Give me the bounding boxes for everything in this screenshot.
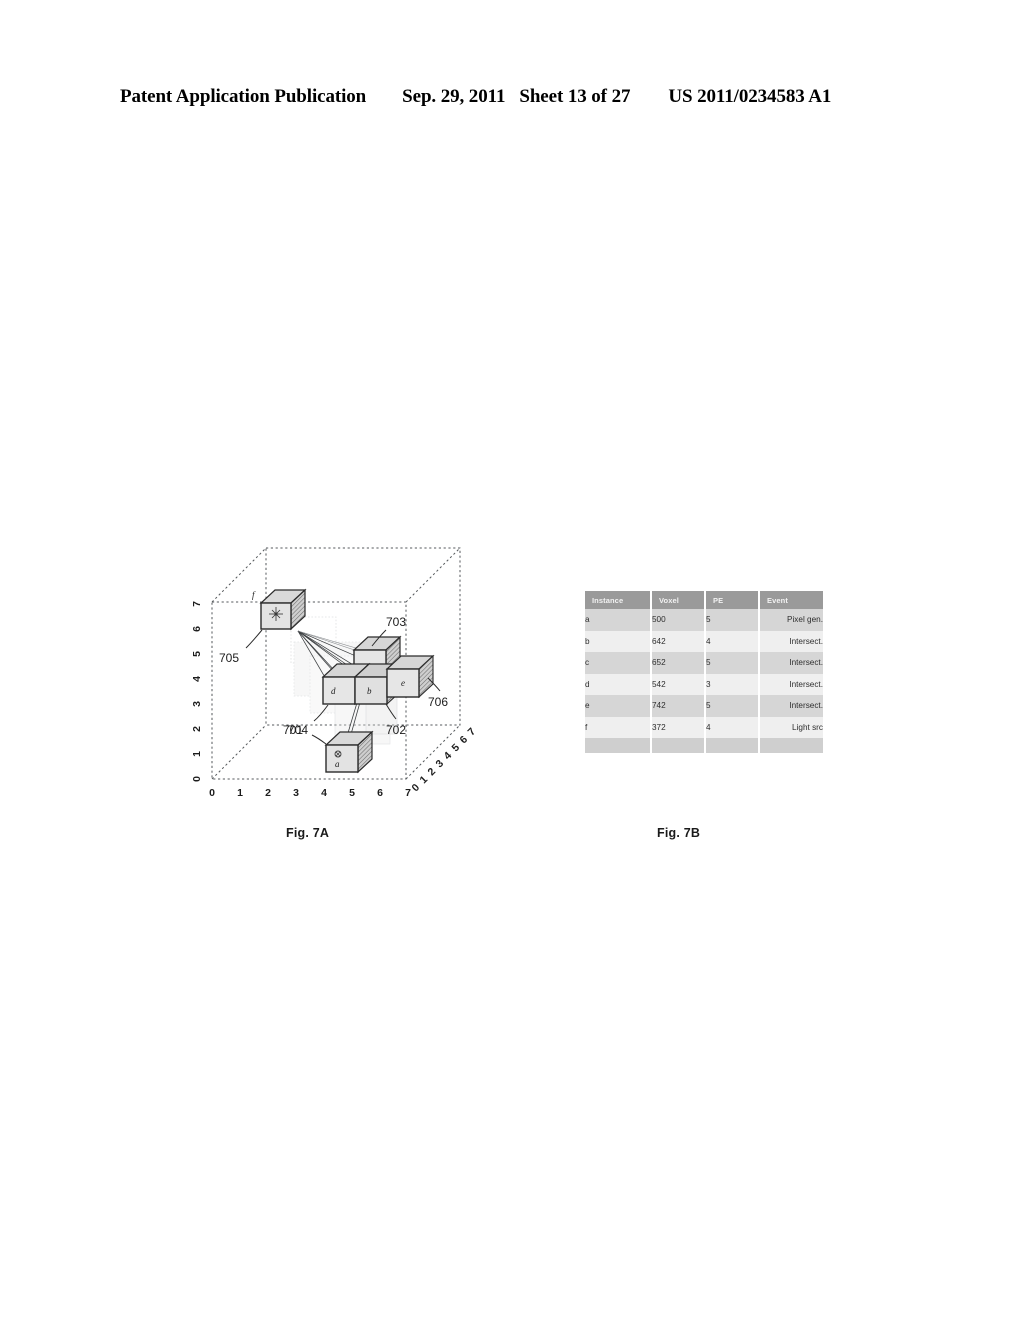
cell-event: Intersect.	[759, 673, 823, 695]
reference-numeral-701: 701	[283, 723, 303, 737]
axis-y-tick-2: 2	[191, 726, 203, 732]
reference-numeral-702: 702	[386, 723, 406, 737]
table-row: d 542 3 Intersect.	[585, 673, 823, 695]
table-row: c 652 5 Intersect.	[585, 652, 823, 674]
table-row-empty	[585, 738, 823, 753]
axis-x-tick-7: 7	[405, 787, 411, 799]
axis-x-tick-5: 5	[349, 787, 355, 799]
axis-x-tick-4: 4	[321, 787, 327, 799]
column-header-event: Event	[759, 591, 823, 609]
table-row: a 500 5 Pixel gen.	[585, 609, 823, 631]
cube-label-f: f	[252, 590, 256, 600]
reference-numeral-705: 705	[219, 651, 239, 665]
page-header: Patent Application Publication Sep. 29, …	[120, 86, 910, 108]
table-body: a 500 5 Pixel gen. b 642 4 Intersect. c …	[585, 609, 823, 753]
cube-label-e: e	[401, 678, 405, 688]
cell-instance: e	[585, 695, 652, 717]
cell-event: Light src	[759, 716, 823, 738]
cell-voxel: 500	[651, 609, 706, 631]
axis-x-tick-0: 0	[209, 787, 215, 799]
cell-pe: 5	[705, 695, 760, 717]
axis-y-tick-0: 0	[191, 776, 203, 782]
cell-instance: a	[585, 609, 652, 631]
voxel-cube-e	[385, 654, 435, 699]
reference-numeral-706: 706	[428, 695, 448, 709]
cell-empty	[705, 738, 760, 753]
axis-z-tick-3: 3	[434, 757, 447, 770]
header-date: Sep. 29, 2011	[402, 86, 506, 107]
cell-instance: d	[585, 673, 652, 695]
axis-x-tick-3: 3	[293, 787, 299, 799]
voxel-cube-f	[259, 588, 307, 631]
axis-x-tick-6: 6	[377, 787, 383, 799]
cell-voxel: 652	[651, 652, 706, 674]
axis-x-ticks: 0 1 2 3 4 5 6 7	[209, 787, 411, 799]
axis-y-tick-5: 5	[191, 651, 203, 657]
cell-instance: c	[585, 652, 652, 674]
axis-y-tick-4: 4	[191, 676, 203, 682]
cell-empty	[651, 738, 706, 753]
cell-event: Intersect.	[759, 630, 823, 652]
column-header-pe: PE	[705, 591, 760, 609]
axis-y-tick-1: 1	[191, 751, 203, 757]
cell-empty	[759, 738, 823, 753]
cube-label-d: d	[331, 686, 336, 696]
axis-y-tick-6: 6	[191, 626, 203, 632]
axis-z-tick-2: 2	[426, 765, 439, 778]
cell-event: Intersect.	[759, 652, 823, 674]
cell-voxel: 372	[651, 716, 706, 738]
axis-z-tick-7: 7	[466, 725, 479, 738]
axis-z-tick-6: 6	[458, 733, 471, 746]
axis-x-tick-2: 2	[265, 787, 271, 799]
axis-z-tick-5: 5	[450, 741, 463, 754]
voxel-cube-a	[324, 730, 374, 774]
cell-empty	[585, 738, 652, 753]
figure-7a-caption: Fig. 7A	[286, 826, 330, 840]
cube-label-b: b	[367, 686, 372, 696]
cell-pe: 3	[705, 673, 760, 695]
figure-7b: Instance Voxel PE Event a 500 5 Pixel ge…	[585, 591, 823, 753]
column-header-instance: Instance	[585, 591, 652, 609]
cell-voxel: 642	[651, 630, 706, 652]
cell-pe: 4	[705, 630, 760, 652]
axis-z-tick-1: 1	[418, 773, 431, 786]
cell-voxel: 542	[651, 673, 706, 695]
axis-z-ticks: 0 1 2 3 4 5 6 7	[410, 725, 479, 794]
header-patent-number: US 2011/0234583 A1	[668, 86, 832, 107]
cell-pe: 4	[705, 716, 760, 738]
cell-event: Intersect.	[759, 695, 823, 717]
table-row: e 742 5 Intersect.	[585, 695, 823, 717]
reference-numeral-703: 703	[386, 615, 406, 629]
axis-y-tick-3: 3	[191, 701, 203, 707]
axis-x-tick-1: 1	[237, 787, 243, 799]
cell-voxel: 742	[651, 695, 706, 717]
figure-7a: f 705 c 703 d 704 b 702 e 706	[190, 538, 500, 818]
cell-pe: 5	[705, 609, 760, 631]
axis-y-tick-7: 7	[191, 601, 203, 607]
header-publication-title: Patent Application Publication	[120, 86, 367, 107]
figure-7b-caption: Fig. 7B	[657, 826, 701, 840]
table-row: f 372 4 Light src	[585, 716, 823, 738]
instance-event-table: Instance Voxel PE Event a 500 5 Pixel ge…	[585, 591, 823, 753]
cell-event: Pixel gen.	[759, 609, 823, 631]
cell-instance: b	[585, 630, 652, 652]
table-header-row: Instance Voxel PE Event	[585, 591, 823, 609]
header-sheet-number: Sheet 13 of 27	[519, 86, 631, 107]
cell-instance: f	[585, 716, 652, 738]
cube-label-a: a	[335, 759, 340, 769]
table-row: b 642 4 Intersect.	[585, 630, 823, 652]
column-header-voxel: Voxel	[651, 591, 706, 609]
axis-y-ticks: 0 1 2 3 4 5 6 7	[191, 601, 203, 782]
axis-z-tick-0: 0	[410, 781, 423, 794]
cell-pe: 5	[705, 652, 760, 674]
axis-z-tick-4: 4	[442, 749, 455, 762]
